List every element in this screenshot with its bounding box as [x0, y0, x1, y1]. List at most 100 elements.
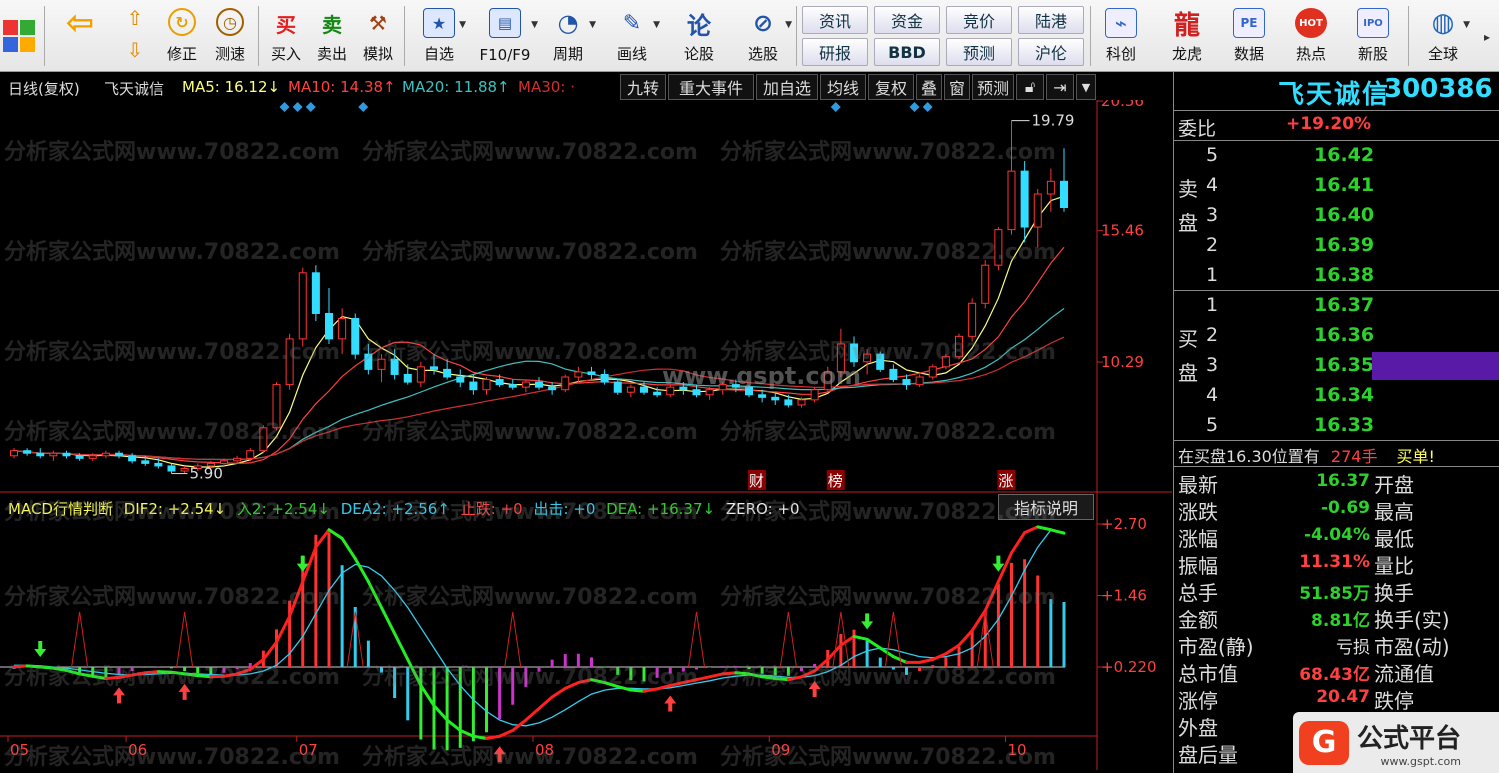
ma-button[interactable]: 均线 [820, 74, 866, 100]
header-dropdown-icon[interactable]: ▼ [1076, 74, 1096, 100]
toolbar-more-icon[interactable]: ▸ [1484, 30, 1490, 44]
x-tick-label: 07 [299, 741, 318, 759]
dif2-segment [353, 557, 370, 584]
kechuang-label: 科创 [1105, 45, 1136, 63]
shanghai-london-button[interactable]: 沪伦 [1018, 38, 1084, 66]
indicator-help-button[interactable]: 指标说明 [998, 494, 1094, 520]
global-button[interactable]: ◍ 全球 [1418, 4, 1470, 68]
event-diamond-icon [830, 102, 841, 112]
dif2-segment [196, 674, 213, 679]
macd-title: MACD行情判断 [8, 500, 113, 518]
candle-body [718, 384, 727, 391]
draw-line-label: 画线 [616, 45, 647, 63]
sell_side-level-price[interactable]: 16.40 [1314, 204, 1374, 226]
dif2-segment [261, 640, 278, 662]
high-annotation: 19.79 [1032, 112, 1075, 130]
data-button[interactable]: PE 数据 [1226, 4, 1272, 68]
buy_side-level-price[interactable]: 16.34 [1314, 384, 1374, 406]
dif2-segment [156, 670, 173, 674]
new-stock-button[interactable]: IPO 新股 [1350, 4, 1396, 68]
window-button[interactable]: 窗 [944, 74, 970, 100]
candle-body [810, 389, 819, 401]
nine-turn-button[interactable]: 九转 [620, 74, 666, 100]
sell_side-level-price[interactable]: 16.41 [1314, 174, 1374, 196]
hk-connect-button[interactable]: 陆港 [1018, 6, 1084, 34]
predict-button[interactable]: 预测 [972, 74, 1014, 100]
self-select-button[interactable]: ★ 自选 [414, 4, 466, 68]
period-button[interactable]: ◔ 周期 [542, 4, 596, 68]
event-marker-label: 财 [749, 472, 764, 490]
back-button[interactable]: ⇦ [56, 3, 104, 68]
arrow-down-icon[interactable]: ⇩ [118, 38, 152, 66]
brand-site: www.gspt.com [1380, 754, 1462, 768]
arrow-left-icon: ⇦ [65, 3, 95, 43]
buy_side-level-price[interactable]: 16.33 [1314, 414, 1374, 436]
arrow-up-icon[interactable]: ⇧ [118, 6, 152, 34]
buy_side-level-price[interactable]: 16.36 [1314, 324, 1374, 346]
draw-line-button[interactable]: ✎ 画线 [606, 4, 660, 68]
dif2-segment [524, 707, 541, 722]
candle-body [692, 389, 701, 396]
add-watchlist-button[interactable]: 加自选 [756, 74, 818, 100]
quote-value-volume: 51.85万 [1299, 584, 1370, 604]
sell_side-level-price[interactable]: 16.42 [1314, 144, 1374, 166]
candle-body [167, 465, 176, 472]
candle-body [180, 467, 189, 472]
bbd-button[interactable]: BBD [874, 38, 940, 66]
notice-qty: 274手 [1330, 447, 1378, 466]
candle-body [403, 373, 412, 383]
dif2-segment [170, 670, 187, 676]
quote-panel: 飞天诚信 300386 委比 +19.20% 卖盘 5 16.42 4 16.41 3 1… [1173, 72, 1499, 773]
stock-select-button[interactable]: ⊘ 选股 [736, 4, 792, 68]
hotspot-button[interactable]: HOT 热点 [1288, 4, 1334, 68]
buy-button[interactable]: 买买入 [264, 4, 308, 68]
entry2-legend: 入2: +2.54↓ [237, 500, 330, 518]
sell-button[interactable]: 卖卖出 [310, 4, 354, 68]
dif2-segment [918, 658, 935, 664]
auction-button[interactable]: 竞价 [946, 6, 1012, 34]
candle-body [928, 366, 937, 378]
lock-icon[interactable]: 🔓︎ [1016, 74, 1044, 100]
simulate-button[interactable]: ⚒ 模拟 [356, 4, 400, 68]
stock-forum-button[interactable]: 论论股 [676, 4, 722, 68]
f10-button[interactable]: ▤ F10/F9 [474, 4, 538, 68]
restore-rights-button[interactable]: 复权 [868, 74, 914, 100]
sell_side-level-num: 3 [1206, 204, 1219, 226]
candle-body [154, 462, 163, 467]
app-logo-icon [3, 20, 35, 52]
quote-label-outer: 外盘 [1178, 716, 1218, 740]
candle-body [968, 302, 977, 337]
hotspot-label: 热点 [1295, 45, 1326, 63]
revise-button[interactable]: ↻ 修正 [160, 4, 204, 68]
buy_side-level-price[interactable]: 16.35 [1314, 354, 1374, 376]
buy_side-level-num: 2 [1206, 324, 1219, 346]
quote-label-change_pct: 涨幅 [1178, 527, 1218, 551]
news-button[interactable]: 资讯 [802, 6, 868, 34]
kechuang-button[interactable]: ⌁ 科创 [1098, 4, 1144, 68]
sell_side-level-price[interactable]: 16.39 [1314, 234, 1374, 256]
dragon-icon: 龍 [1173, 10, 1200, 41]
forecast-button[interactable]: 预测 [946, 38, 1012, 66]
dif2-legend: DIF2: +2.54↓ [123, 500, 227, 518]
dif2-segment [537, 695, 554, 711]
candle-body [640, 386, 648, 393]
expand-right-icon[interactable]: ⇥ [1046, 74, 1074, 100]
quote-label-amplitude: 振幅 [1178, 554, 1218, 578]
dif2-segment [708, 672, 725, 679]
dragon-tiger-button[interactable]: 龍龙虎 [1164, 4, 1210, 68]
candle-body [1033, 193, 1042, 228]
notice-suffix: 买单! [1396, 447, 1435, 466]
dif2-segment [865, 637, 882, 650]
signal-spike [504, 611, 522, 668]
macd-tick-label: +0.220 [1101, 658, 1157, 676]
speed-test-button[interactable]: ◷ 测速 [208, 4, 252, 68]
overlay-button[interactable]: 叠 [916, 74, 942, 100]
sell_side-level-price[interactable]: 16.38 [1314, 264, 1374, 286]
ma20-legend: MA20: 11.88↑ [402, 78, 510, 96]
quote-label-volume: 总手 [1178, 581, 1218, 605]
research-button[interactable]: 研报 [802, 38, 868, 66]
funds-button[interactable]: 资金 [874, 6, 940, 34]
buy_side-level-price[interactable]: 16.37 [1314, 294, 1374, 316]
major-events-button[interactable]: 重大事件 [668, 74, 754, 100]
dif2-segment [104, 675, 121, 681]
